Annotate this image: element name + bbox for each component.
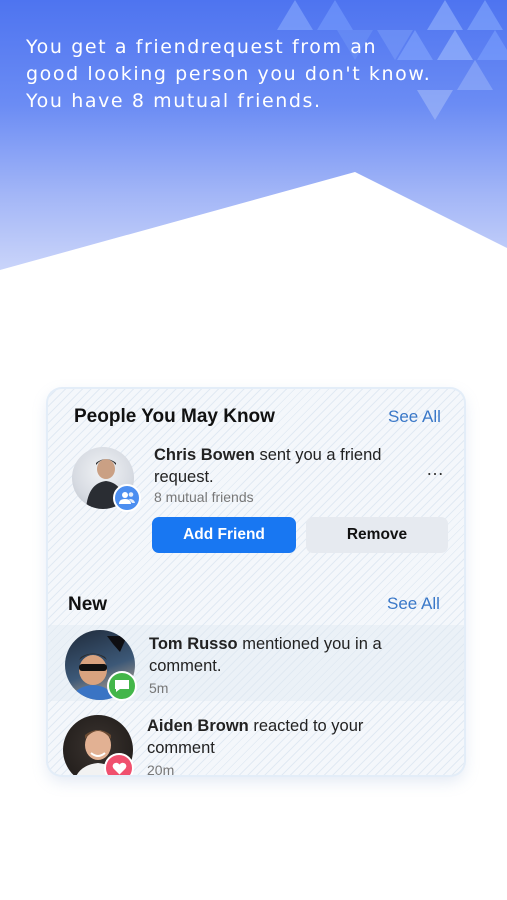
friend-request-icon [119, 492, 135, 504]
caption-line-3: You have 8 mutual friends. [26, 90, 322, 112]
new-see-all-link[interactable]: See All [387, 594, 440, 614]
add-friend-button[interactable]: Add Friend [152, 517, 296, 553]
white-peak-shape [0, 172, 507, 300]
people-you-may-know-title: People You May Know [74, 406, 275, 427]
notification-row-tom-russo[interactable]: Tom Russo mentioned you in a comment. 5m [48, 625, 464, 701]
heart-icon [112, 762, 126, 774]
notification-time: 5m [149, 680, 169, 696]
notification-text-part-1: reacted to your [248, 717, 364, 735]
remove-button[interactable]: Remove [306, 517, 448, 553]
friend-request-text[interactable]: Chris Bowen sent you a friend request. [154, 444, 424, 488]
caption-line-1: You get a friendrequest from an [26, 36, 378, 58]
comment-badge [107, 671, 137, 701]
notification-text-part-1: mentioned you in a [237, 635, 382, 653]
notifier-name: Aiden Brown [147, 717, 249, 735]
reaction-badge [104, 753, 134, 775]
caption-line-2: good looking person you don't know. [26, 63, 432, 85]
request-text-part-1: sent you a friend [254, 446, 382, 464]
hero-caption: You get a friendrequest from an good loo… [26, 34, 491, 115]
notification-text-aiden-brown: Aiden Brown reacted to your comment [147, 715, 447, 759]
request-text-part-2: request. [154, 468, 214, 486]
mutual-friends-count: 8 mutual friends [154, 489, 254, 505]
comment-icon [115, 680, 129, 692]
people-see-all-link[interactable]: See All [388, 407, 441, 427]
friend-request-avatar-group[interactable] [72, 447, 142, 512]
requester-name: Chris Bowen [154, 446, 255, 464]
notifier-name: Tom Russo [149, 635, 238, 653]
new-section-title: New [68, 594, 108, 615]
more-options-icon[interactable]: … [426, 459, 445, 480]
notifications-card: People You May Know See All Chris Bowen … [48, 389, 464, 775]
notification-text-tom-russo: Tom Russo mentioned you in a comment. [149, 633, 449, 677]
friend-request-badge [113, 484, 141, 512]
hero-banner: You get a friendrequest from an good loo… [0, 0, 507, 300]
notification-row-aiden-brown[interactable]: Aiden Brown reacted to your comment 20m [48, 707, 464, 775]
notification-time: 20m [147, 762, 175, 775]
notification-text-part-2: comment. [149, 657, 222, 675]
notification-text-part-2: comment [147, 739, 215, 757]
